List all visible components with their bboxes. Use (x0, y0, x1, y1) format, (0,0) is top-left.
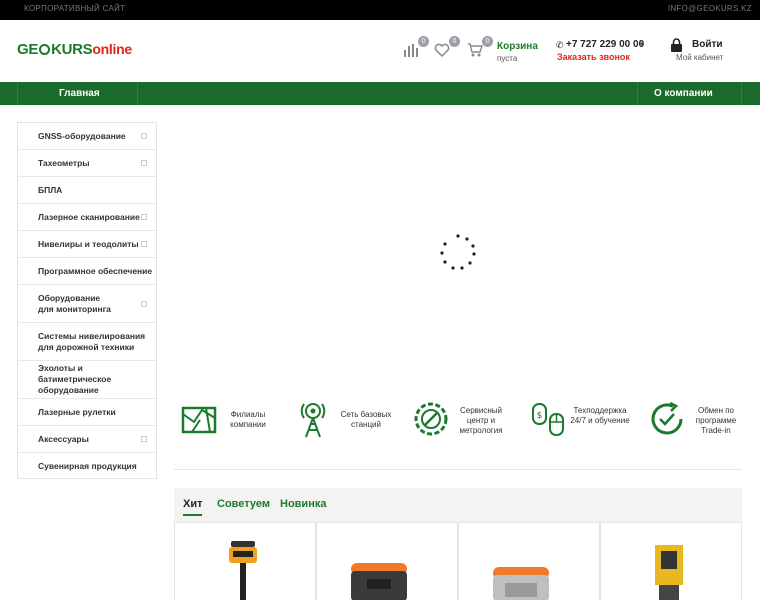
sidebar-item-road-leveling[interactable]: Системы нивелирования для дорожной техни… (18, 323, 156, 361)
product-card[interactable] (458, 523, 600, 600)
favorites-count: 0 (449, 36, 460, 47)
service-icon (414, 402, 448, 436)
cart-icon (468, 43, 483, 57)
cabinet-link[interactable]: Мой кабинет (676, 53, 723, 62)
sidebar-item-monitoring[interactable]: Оборудование для мониторинга (18, 285, 156, 323)
sidebar-item-laser-scanning[interactable]: Лазерное сканирование (18, 204, 156, 231)
expand-icon[interactable] (141, 160, 147, 166)
svg-text:$: $ (537, 411, 543, 421)
cart-title[interactable]: Корзина (497, 41, 538, 52)
products-grid (174, 522, 742, 600)
receiver-image (351, 563, 407, 600)
feature-support-label: Техподдержка 24/7 и обучение (570, 406, 630, 425)
catalog-sidebar: GNSS-оборудование Тахеометры БПЛА Лазерн… (17, 122, 157, 479)
login-link[interactable]: Войти (692, 39, 723, 50)
sidebar-item-echosounders[interactable]: Эхолоты и батиметрическое оборудование (18, 361, 156, 399)
sidebar-item-uav[interactable]: БПЛА (18, 177, 156, 204)
compare-count: 0 (418, 36, 429, 47)
phone-number[interactable]: +7 727 229 00 00 (566, 39, 644, 50)
main-nav: Главная О компании (0, 82, 760, 105)
sidebar-item-souvenirs[interactable]: Сувенирная продукция (18, 453, 156, 479)
tab-hit[interactable]: Хит (183, 498, 203, 510)
site-logo[interactable]: GE KURSonline (17, 41, 132, 58)
gnss-receiver-image (229, 541, 257, 600)
product-tabs: Хит Советуем Новинка (174, 488, 742, 522)
sidebar-item-accessories[interactable]: Аксессуары (18, 426, 156, 453)
cart-status: пуста (497, 54, 518, 63)
feature-service-label: Сервисный центр и метрология (459, 406, 503, 435)
sidebar-item-laser-meters[interactable]: Лазерные рулетки (18, 399, 156, 426)
nav-item-home[interactable]: Главная (59, 82, 100, 105)
expand-icon[interactable] (141, 300, 147, 307)
product-card[interactable] (174, 523, 316, 600)
receiver-image (493, 567, 549, 600)
lock-icon (671, 38, 682, 52)
loading-spinner-icon (440, 234, 476, 270)
phone-icon: ✆ (556, 40, 564, 50)
expand-icon[interactable] (141, 133, 147, 139)
chevron-down-icon[interactable]: ▾ (640, 40, 644, 48)
corporate-site-link[interactable]: КОРПОРАТИВНЫЙ САЙТ (24, 4, 125, 13)
logo-globe-icon (39, 44, 51, 55)
expand-icon[interactable] (141, 241, 147, 247)
nav-item-about[interactable]: О компании (654, 82, 713, 105)
antenna-icon (300, 403, 326, 438)
email-link[interactable]: INFO@GEOKURS.KZ (668, 4, 752, 13)
favorites-button[interactable]: 0 (434, 36, 460, 58)
callback-link[interactable]: Заказать звонок (557, 52, 630, 62)
heart-icon (434, 43, 450, 58)
support-icon: $ (532, 403, 564, 436)
total-station-image (655, 545, 683, 600)
trade-in-icon (651, 401, 683, 435)
sidebar-item-total-stations[interactable]: Тахеометры (18, 150, 156, 177)
tab-new[interactable]: Новинка (280, 498, 326, 510)
map-icon (181, 406, 217, 434)
tab-recommended[interactable]: Советуем (217, 498, 270, 510)
features-row: Филиалы компании Сеть базовых станций Се… (174, 396, 742, 470)
expand-icon[interactable] (141, 436, 147, 442)
feature-trade-in-label: Обмен по программе Trade-in (695, 406, 737, 435)
compare-icon (404, 44, 418, 57)
compare-button[interactable]: 0 (403, 36, 429, 58)
expand-icon[interactable] (141, 214, 147, 220)
cart-count: 0 (482, 36, 493, 47)
sidebar-item-software[interactable]: Программное обеспечение (18, 258, 156, 285)
product-card[interactable] (316, 523, 458, 600)
cart-button[interactable]: 0 (467, 36, 493, 58)
sidebar-item-levels[interactable]: Нивелиры и теодолиты (18, 231, 156, 258)
top-bar: КОРПОРАТИВНЫЙ САЙТ INFO@GEOKURS.KZ (0, 0, 760, 20)
feature-base-stations-label: Сеть базовых станций (340, 410, 392, 429)
feature-branches-label: Филиалы компании (230, 410, 266, 429)
product-card[interactable] (600, 523, 742, 600)
sidebar-item-gnss[interactable]: GNSS-оборудование (18, 123, 156, 150)
header: GE KURSonline 0 0 0 Корзина пуста ✆ +7 72… (0, 20, 760, 82)
